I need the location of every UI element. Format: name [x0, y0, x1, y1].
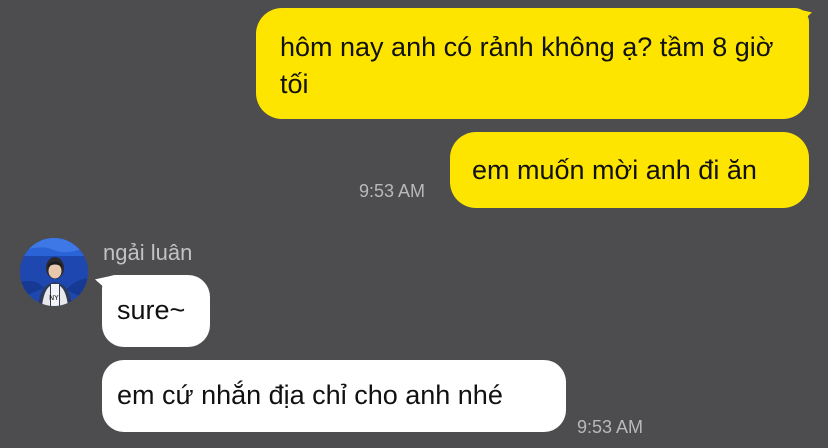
- sender-avatar[interactable]: NY: [20, 238, 88, 306]
- incoming-message-bubble[interactable]: sure~: [102, 275, 210, 347]
- incoming-message-text: sure~: [117, 295, 186, 325]
- sender-name: ngải luân: [103, 240, 193, 265]
- outgoing-timestamp: 9:53 AM: [359, 181, 426, 201]
- incoming-message-bubble[interactable]: em cứ nhắn địa chỉ cho anh nhé: [102, 360, 566, 432]
- outgoing-message-text: em muốn mời anh đi ăn: [472, 155, 757, 185]
- outgoing-message-text: hôm nay anh có rảnh không ạ? tầm 8 giờ t…: [280, 32, 774, 99]
- incoming-message-text: em cứ nhắn địa chỉ cho anh nhé: [117, 380, 503, 410]
- user-avatar-photo-icon: NY: [20, 238, 88, 306]
- incoming-timestamp: 9:53 AM: [577, 417, 644, 437]
- outgoing-message-bubble[interactable]: hôm nay anh có rảnh không ạ? tầm 8 giờ t…: [256, 8, 809, 119]
- outgoing-message-bubble[interactable]: em muốn mời anh đi ăn: [450, 132, 809, 208]
- svg-text:NY: NY: [49, 294, 59, 302]
